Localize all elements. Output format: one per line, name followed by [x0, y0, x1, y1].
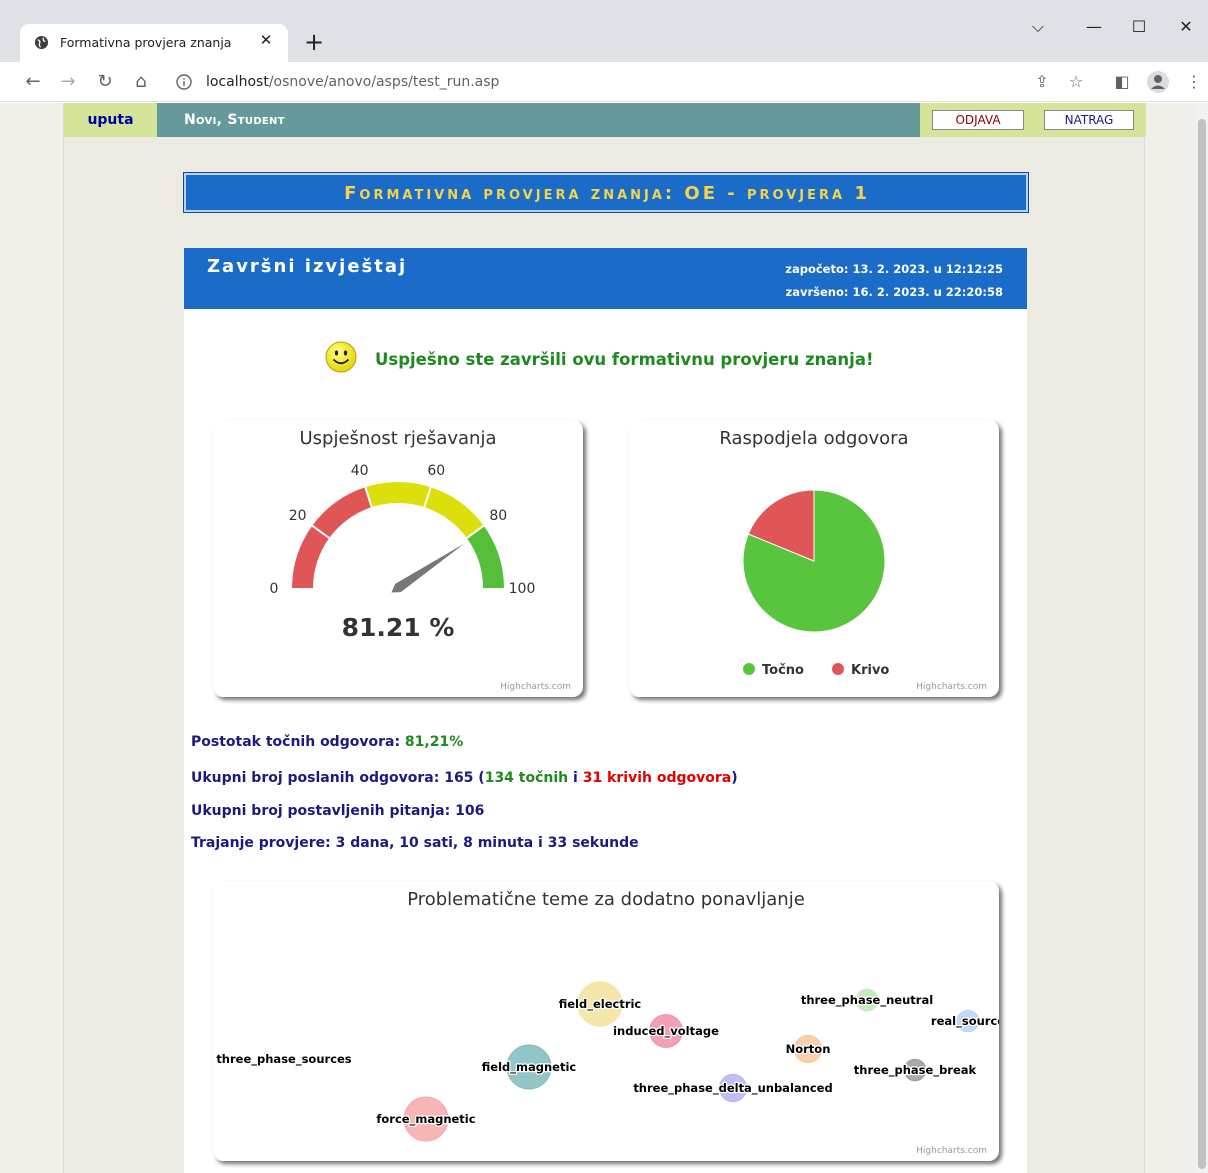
- bubble-label: three_phase_delta_unbalanced: [633, 1081, 832, 1096]
- stat-answers-label: Ukupni broj poslanih odgovora: 165 (: [191, 770, 485, 786]
- share-icon[interactable]: ⇪: [1030, 70, 1054, 94]
- user-name: Novi, Student: [184, 112, 285, 128]
- gauge-value-label: 81.21 %: [342, 613, 455, 642]
- stat-percentage-label: Postotak točnih odgovora:: [191, 734, 405, 750]
- pie-svg: Točno Krivo: [742, 489, 889, 678]
- reload-icon[interactable]: ↻: [92, 68, 118, 96]
- stat-percentage-value: 81,21%: [404, 734, 464, 750]
- tab-title: Formativna provjera znanja: [60, 35, 232, 50]
- stat-wrong: 31 krivih odgovora: [582, 770, 732, 786]
- address-bar: ← → ↻ ⌂ localhost/osnove/anovo/asps/test…: [0, 62, 1208, 102]
- forward-icon[interactable]: →: [55, 68, 81, 96]
- browser-tab[interactable]: Formativna provjera znanja ✕: [20, 24, 288, 62]
- bubble-label: field_electric: [559, 997, 642, 1012]
- pie-credits[interactable]: Highcharts.com: [916, 682, 987, 692]
- gauge-chart: Uspješnost rješavanja 0 20 40 60 80 100 81.21 …: [213, 420, 583, 697]
- bubble-label: field_magnetic: [482, 1060, 577, 1075]
- legend-label[interactable]: Točno: [762, 663, 804, 678]
- bubble-label: three_phase_sources: [216, 1052, 351, 1067]
- side-panel-icon[interactable]: ◧: [1110, 70, 1134, 94]
- logout-button[interactable]: ODJAVA: [932, 110, 1024, 130]
- bubble-credits[interactable]: Highcharts.com: [916, 1146, 987, 1156]
- gauge-band-1: [365, 482, 484, 539]
- gauge-tick-label: 60: [427, 463, 445, 479]
- bookmark-star-icon[interactable]: ☆: [1064, 70, 1088, 94]
- new-tab-button[interactable]: +: [302, 28, 326, 56]
- legend-label[interactable]: Krivo: [851, 663, 889, 678]
- nav-buttons: ODJAVA NATRAG: [920, 103, 1146, 137]
- stat-percentage: Postotak točnih odgovora: 81,21%: [191, 734, 463, 750]
- stat-duration: Trajanje provjere: 3 dana, 10 sati, 8 mi…: [191, 835, 639, 851]
- minimize-button[interactable]: —: [1074, 12, 1114, 42]
- bubble-label: induced_voltage: [613, 1024, 719, 1039]
- maximize-button[interactable]: ☐: [1119, 12, 1159, 42]
- gauge-credits[interactable]: Highcharts.com: [500, 682, 571, 692]
- pie-chart: Raspodjela odgovora Točno Krivo Highchart…: [629, 420, 999, 697]
- stat-answers: Ukupni broj poslanih odgovora: 165 (134 …: [191, 770, 738, 786]
- gauge-tick-label: 40: [351, 463, 369, 479]
- back-icon[interactable]: ←: [20, 68, 46, 96]
- test-title: Formativna provjera znanja: OE - provjer…: [344, 183, 870, 204]
- bubble-label: Norton: [786, 1042, 831, 1056]
- page-viewport: uputa Novi, Student ODJAVA NATRAG Format…: [0, 103, 1208, 1173]
- url-input[interactable]: localhost/osnove/anovo/asps/test_run.asp: [164, 67, 1034, 97]
- report-title: Završni izvještaj: [207, 256, 408, 277]
- stat-questions: Ukupni broj postavljenih pitanja: 106: [191, 803, 485, 819]
- url-path: /osnove/anovo/asps/test_run.asp: [268, 74, 500, 90]
- gauge-tick-label: 0: [270, 581, 279, 597]
- stat-correct: 134 točnih: [484, 770, 569, 786]
- scroll-thumb[interactable]: [1198, 119, 1206, 1169]
- started-date: započeto: 13. 2. 2023. u 12:12:25: [785, 262, 1003, 276]
- uputa-link[interactable]: uputa: [64, 103, 157, 137]
- test-title-banner: Formativna provjera znanja: OE - provjer…: [183, 172, 1029, 213]
- smiley-icon: [325, 341, 357, 373]
- profile-avatar-icon[interactable]: [1146, 70, 1170, 94]
- stat-close-paren: ): [731, 770, 738, 786]
- info-icon[interactable]: [176, 74, 192, 90]
- globe-icon: [34, 35, 49, 50]
- close-tab-icon[interactable]: ✕: [256, 30, 276, 50]
- bubble-chart: Problematične teme za dodatno ponavljanj…: [213, 881, 999, 1161]
- finished-date: završeno: 16. 2. 2023. u 22:20:58: [785, 285, 1003, 299]
- scrollbar[interactable]: [1196, 103, 1208, 1173]
- home-icon[interactable]: ⌂: [128, 68, 154, 96]
- gauge-needle: [391, 543, 465, 593]
- legend-marker[interactable]: [743, 663, 755, 675]
- browser-tab-strip: Formativna provjera znanja ✕ + ⌵ — ☐ ✕: [0, 0, 1208, 62]
- bubble-label: force_magnetic: [376, 1112, 475, 1127]
- bubble-label: three_phase_break: [854, 1063, 977, 1078]
- top-navigation: uputa Novi, Student ODJAVA NATRAG: [64, 103, 1146, 137]
- report-header: Završni izvještaj započeto: 13. 2. 2023.…: [184, 248, 1027, 309]
- gauge-tick-label: 20: [289, 508, 307, 524]
- legend-marker[interactable]: [832, 663, 844, 675]
- report-dates: započeto: 13. 2. 2023. u 12:12:25 završe…: [785, 258, 1003, 304]
- bubble-label: real_source: [931, 1014, 999, 1029]
- gauge-svg: 0 20 40 60 80 100 81.21 %: [270, 463, 536, 642]
- page-content: uputa Novi, Student ODJAVA NATRAG Format…: [63, 103, 1146, 1173]
- gauge-band-0: [292, 487, 372, 588]
- stat-and: i: [568, 770, 583, 786]
- close-window-button[interactable]: ✕: [1166, 12, 1206, 42]
- final-report: Završni izvještaj započeto: 13. 2. 2023.…: [184, 248, 1027, 1173]
- url-host: localhost: [206, 74, 269, 90]
- success-message: Uspješno ste završili ovu formativnu pro…: [375, 350, 874, 369]
- gauge-pivot: [394, 584, 402, 592]
- back-button[interactable]: NATRAG: [1044, 110, 1134, 130]
- bubble-label: three_phase_neutral: [801, 993, 933, 1008]
- tab-search-icon[interactable]: ⌵: [1018, 12, 1058, 42]
- menu-kebab-icon[interactable]: ⋮: [1182, 70, 1206, 94]
- gauge-tick-label: 80: [489, 508, 507, 524]
- gauge-tick-label: 100: [509, 581, 536, 597]
- bubble-svg: three_phase_sources force_magnetic field_m…: [215, 981, 999, 1142]
